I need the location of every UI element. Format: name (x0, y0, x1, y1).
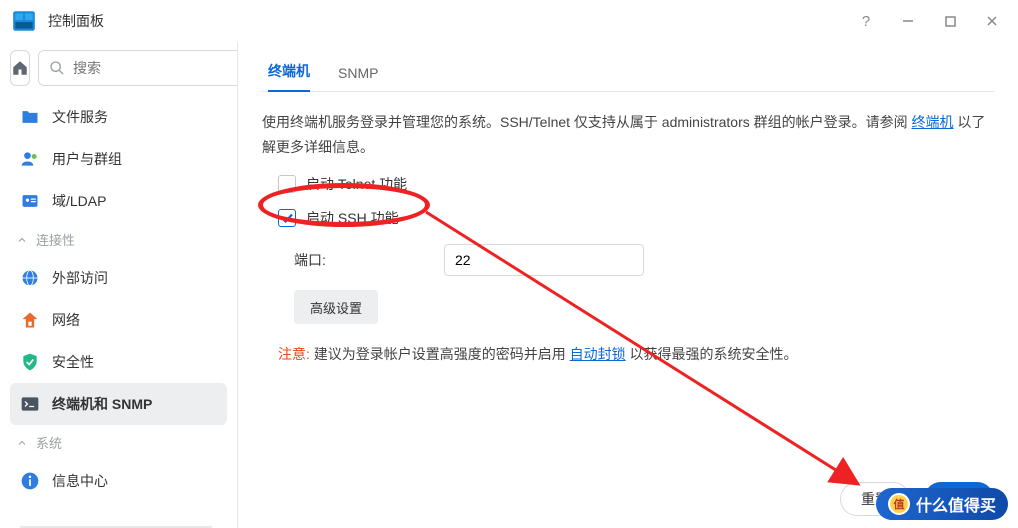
close-button[interactable] (976, 5, 1008, 37)
network-icon (20, 310, 40, 330)
sidebar-item-users-groups[interactable]: 用户与群组 (10, 138, 227, 180)
description-text: 使用终端机服务登录并管理您的系统。SSH/Telnet 仅支持从属于 admin… (262, 110, 994, 160)
sidebar-item-label: 域/LDAP (52, 191, 106, 211)
folder-share-icon (20, 107, 40, 127)
terminal-icon (20, 394, 40, 414)
sidebar-item-label: 文件服务 (52, 107, 108, 127)
search-field[interactable] (38, 50, 238, 86)
chevron-up-icon (16, 234, 28, 246)
telnet-label: 启动 Telnet 功能 (306, 174, 407, 194)
telnet-checkbox[interactable] (278, 175, 296, 193)
maximize-button[interactable] (934, 5, 966, 37)
users-icon (20, 149, 40, 169)
ssh-checkbox-row: 启动 SSH 功能 (262, 208, 994, 228)
tabs: 终端机 SNMP (262, 52, 994, 92)
window-title: 控制面板 (48, 11, 104, 31)
sidebar-item-label: 终端机和 SNMP (52, 394, 152, 414)
sidebar-item-security[interactable]: 安全性 (10, 341, 227, 383)
content-pane: 终端机 SNMP 使用终端机服务登录并管理您的系统。SSH/Telnet 仅支持… (238, 42, 1018, 528)
home-button[interactable] (10, 50, 30, 86)
terminal-help-link[interactable]: 终端机 (912, 114, 954, 130)
sidebar-item-external-access[interactable]: 外部访问 (10, 257, 227, 299)
sidebar-group-connectivity[interactable]: 连接性 (10, 222, 227, 257)
id-card-icon (20, 191, 40, 211)
apply-button[interactable]: 应用 (924, 482, 994, 516)
minimize-button[interactable] (892, 5, 924, 37)
sidebar-item-file-services[interactable]: 文件服务 (10, 96, 227, 138)
footer-buttons: 重置 应用 (840, 482, 994, 516)
info-icon (20, 471, 40, 491)
chevron-up-icon (16, 437, 28, 449)
app-icon (10, 7, 38, 35)
search-input[interactable] (73, 60, 238, 76)
note-text: 注意: 建议为登录帐户设置高强度的密码并启用 自动封锁 以获得最强的系统安全性。 (262, 344, 994, 364)
sidebar-item-terminal-snmp[interactable]: 终端机和 SNMP (10, 383, 227, 425)
sidebar: 文件服务 用户与群组 域/LDAP 连接性 外部访问 网络 安全性 终端机和 (0, 42, 238, 528)
globe-icon (20, 268, 40, 288)
sidebar-item-label: 网络 (52, 310, 80, 330)
sidebar-item-network[interactable]: 网络 (10, 299, 227, 341)
search-icon (49, 60, 65, 76)
reset-button[interactable]: 重置 (840, 482, 910, 516)
sidebar-item-label: 用户与群组 (52, 149, 122, 169)
sidebar-item-label: 安全性 (52, 352, 94, 372)
sidebar-item-domain-ldap[interactable]: 域/LDAP (10, 180, 227, 222)
auto-block-link[interactable]: 自动封锁 (570, 346, 626, 362)
titlebar: 控制面板 ? (0, 0, 1018, 42)
sidebar-item-label: 信息中心 (52, 471, 108, 491)
tab-terminal[interactable]: 终端机 (268, 61, 310, 91)
ssh-port-row: 端口: (262, 244, 994, 276)
advanced-settings-button[interactable]: 高级设置 (294, 290, 378, 324)
ssh-port-input[interactable] (444, 244, 644, 276)
ssh-checkbox[interactable] (278, 209, 296, 227)
sidebar-group-system[interactable]: 系统 (10, 425, 227, 460)
sidebar-item-info-center[interactable]: 信息中心 (10, 460, 227, 502)
ssh-label: 启动 SSH 功能 (306, 208, 399, 228)
sidebar-item-label: 外部访问 (52, 268, 108, 288)
help-button[interactable]: ? (850, 5, 882, 37)
shield-icon (20, 352, 40, 372)
tab-snmp[interactable]: SNMP (338, 65, 378, 91)
telnet-checkbox-row: 启动 Telnet 功能 (262, 174, 994, 194)
port-label: 端口: (294, 250, 424, 270)
